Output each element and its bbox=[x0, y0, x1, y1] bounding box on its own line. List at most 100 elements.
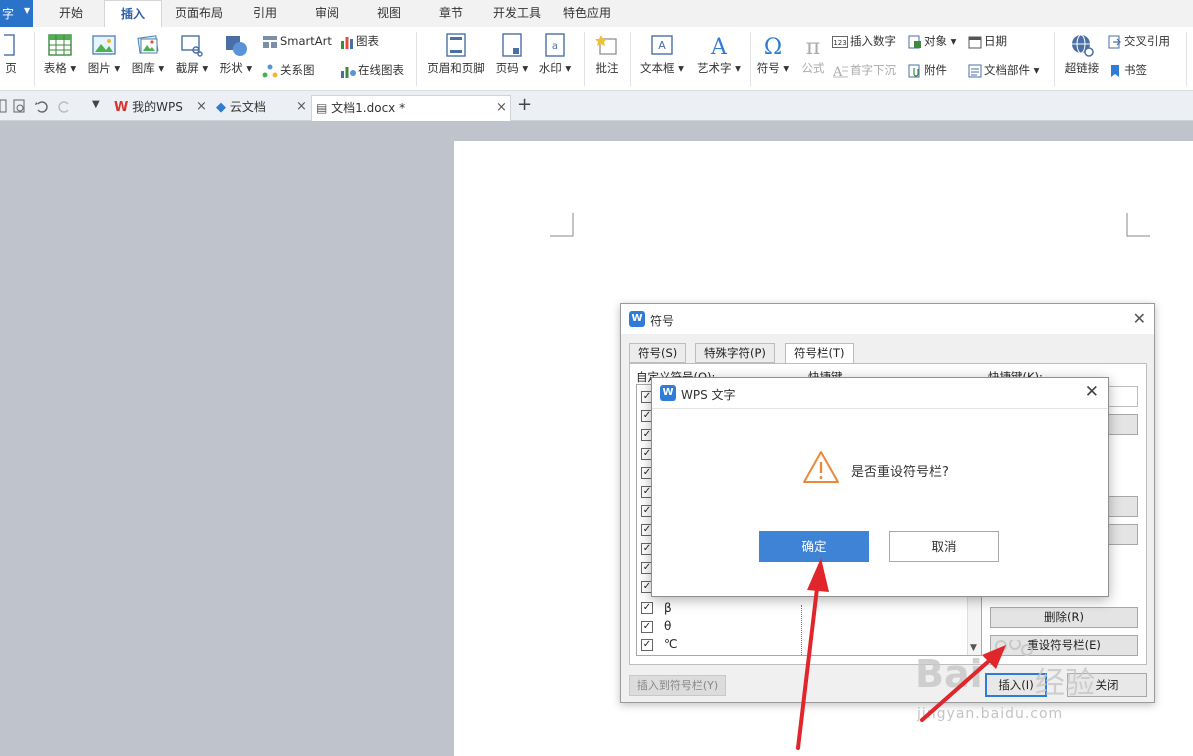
formula-button[interactable]: π 公式 bbox=[798, 33, 828, 76]
close-icon[interactable]: × bbox=[196, 95, 207, 119]
drop-cap-button[interactable]: A 首字下沉 bbox=[832, 61, 896, 79]
svg-text:a: a bbox=[552, 41, 558, 52]
watermark-icon: a bbox=[545, 33, 565, 57]
doc-tab-document1[interactable]: ▤ 文档1.docx * × bbox=[311, 95, 511, 121]
header-footer-label: 页眉和页脚 bbox=[427, 61, 485, 75]
ribbon-divider bbox=[630, 32, 631, 86]
tab-view[interactable]: 视图 bbox=[364, 0, 414, 27]
insert-button[interactable]: 插入(I) bbox=[985, 673, 1047, 697]
cross-ref-button[interactable]: 交叉引用 bbox=[1108, 32, 1170, 50]
crop-mark-right bbox=[1126, 213, 1150, 237]
globe-link-icon bbox=[1072, 34, 1094, 57]
shape-button[interactable]: 形状 ▾ bbox=[218, 33, 254, 76]
tab-special-chars[interactable]: 特殊字符(P) bbox=[695, 343, 775, 363]
close-button[interactable]: 关闭 bbox=[1067, 673, 1147, 697]
dialog-title: 符号 bbox=[650, 314, 675, 328]
doc-parts-button[interactable]: 文档部件 ▾ bbox=[968, 61, 1039, 79]
checkbox[interactable]: ✓ bbox=[641, 602, 653, 614]
svg-text:A: A bbox=[832, 65, 843, 78]
smartart-button[interactable]: SmartArt bbox=[262, 32, 332, 50]
page-button[interactable]: 页 bbox=[0, 33, 22, 76]
screenshot-icon bbox=[181, 35, 203, 57]
quick-access-icons bbox=[0, 99, 69, 113]
symbol-button[interactable]: Ω 符号 ▾ bbox=[754, 33, 792, 76]
delete-button[interactable]: 删除(R) bbox=[990, 607, 1138, 628]
confirm-message: 是否重设符号栏? bbox=[851, 465, 949, 480]
attachment-button[interactable]: 附件 bbox=[908, 61, 947, 79]
tab-symbol-bar[interactable]: 符号栏(T) bbox=[785, 343, 854, 364]
online-chart-button[interactable]: 在线图表 bbox=[340, 61, 404, 79]
bookmark-button[interactable]: 书签 bbox=[1108, 61, 1147, 79]
svg-text:π: π bbox=[806, 35, 820, 57]
close-icon[interactable]: × bbox=[496, 96, 507, 120]
page-label: 页 bbox=[5, 61, 17, 75]
checkbox[interactable]: ✓ bbox=[641, 621, 653, 633]
close-icon[interactable]: ✕ bbox=[1085, 382, 1099, 402]
page-number-button[interactable]: 页码 ▾ bbox=[494, 33, 530, 76]
doc-tab-cloud-docs[interactable]: ◆ 云文档 × bbox=[212, 95, 310, 121]
close-icon[interactable]: × bbox=[296, 95, 307, 119]
reset-symbol-bar-button[interactable]: 重设符号栏(E) bbox=[990, 635, 1138, 656]
tab-list-dropdown-icon[interactable]: ▼ bbox=[92, 99, 100, 110]
insert-to-symbol-bar-button[interactable]: 插入到符号栏(Y) bbox=[629, 675, 726, 696]
hyperlink-button[interactable]: 超链接 bbox=[1060, 33, 1104, 76]
confirm-dialog: W WPS 文字 ✕ 是否重设符号栏? 确定 取消 bbox=[651, 377, 1109, 597]
picture-label: 图片 ▾ bbox=[87, 61, 121, 75]
symbol-label: 符号 ▾ bbox=[756, 61, 790, 75]
tab-home[interactable]: 开始 bbox=[45, 0, 97, 27]
insert-number-button[interactable]: 123 插入数字 bbox=[832, 32, 896, 50]
textbox-button[interactable]: A 文本框 ▾ bbox=[638, 33, 686, 76]
tab-review[interactable]: 审阅 bbox=[302, 0, 352, 27]
wordart-icon: A bbox=[710, 35, 728, 57]
drop-cap-icon: A bbox=[832, 65, 848, 78]
comment-label: 批注 bbox=[595, 61, 619, 75]
symbol-theta: θ bbox=[664, 619, 672, 633]
tab-references[interactable]: 引用 bbox=[240, 0, 290, 27]
svg-text:Ω: Ω bbox=[764, 35, 782, 57]
online-chart-icon bbox=[341, 66, 356, 78]
watermark-button[interactable]: a 水印 ▾ bbox=[537, 33, 573, 76]
attachment-icon bbox=[908, 64, 920, 77]
table-label: 表格 ▾ bbox=[43, 61, 77, 75]
date-button[interactable]: 日期 bbox=[968, 32, 1007, 50]
tab-chapter[interactable]: 章节 bbox=[426, 0, 476, 27]
tab-special[interactable]: 特色应用 bbox=[556, 0, 618, 27]
app-menu-button[interactable]: 字 ▼ bbox=[0, 0, 33, 27]
gallery-button[interactable]: 图库 ▾ bbox=[130, 33, 166, 76]
chart-icon bbox=[341, 36, 353, 49]
doc-tab-my-wps[interactable]: W 我的WPS × bbox=[110, 95, 210, 121]
table-button[interactable]: 表格 ▾ bbox=[42, 33, 78, 76]
bookmark-icon bbox=[1111, 64, 1119, 77]
hyperlink-label: 超链接 bbox=[1064, 61, 1100, 75]
comment-button[interactable]: 批注 bbox=[590, 33, 624, 76]
wordart-button[interactable]: A 艺术字 ▾ bbox=[694, 33, 744, 76]
formula-label: 公式 bbox=[801, 61, 825, 75]
relation-chart-button[interactable]: 关系图 bbox=[262, 61, 315, 79]
header-footer-button[interactable]: 页眉和页脚 bbox=[424, 33, 488, 76]
checkbox[interactable]: ✓ bbox=[641, 639, 653, 651]
ok-button[interactable]: 确定 bbox=[759, 531, 869, 562]
tab-symbols[interactable]: 符号(S) bbox=[629, 343, 687, 363]
object-button[interactable]: 对象 ▾ bbox=[908, 32, 956, 50]
cancel-button[interactable]: 取消 bbox=[889, 531, 999, 562]
symbol-beta: β bbox=[664, 601, 672, 615]
relation-icon bbox=[262, 64, 278, 77]
wordart-label: 艺术字 ▾ bbox=[697, 61, 741, 75]
shape-icon bbox=[226, 36, 247, 56]
cross-ref-icon bbox=[1108, 35, 1121, 48]
screenshot-button[interactable]: 截屏 ▾ bbox=[174, 33, 210, 76]
doc-tab-label: 云文档 bbox=[229, 100, 266, 114]
picture-button[interactable]: 图片 ▾ bbox=[86, 33, 122, 76]
new-tab-plus-icon[interactable]: + bbox=[517, 94, 532, 115]
wps-writer-logo-icon: W bbox=[629, 311, 645, 327]
ribbon-divider bbox=[750, 32, 751, 86]
chevron-down-icon[interactable]: ▼ bbox=[970, 643, 977, 653]
calendar-icon bbox=[968, 36, 982, 48]
tab-insert[interactable]: 插入 bbox=[104, 0, 162, 28]
chevron-down-icon: ▼ bbox=[24, 6, 31, 15]
chart-button[interactable]: 图表 bbox=[340, 32, 379, 50]
tab-developer[interactable]: 开发工具 bbox=[486, 0, 548, 27]
shape-label: 形状 ▾ bbox=[219, 61, 253, 75]
tab-page-layout[interactable]: 页面布局 bbox=[168, 0, 230, 27]
close-icon[interactable]: ✕ bbox=[1133, 309, 1146, 328]
